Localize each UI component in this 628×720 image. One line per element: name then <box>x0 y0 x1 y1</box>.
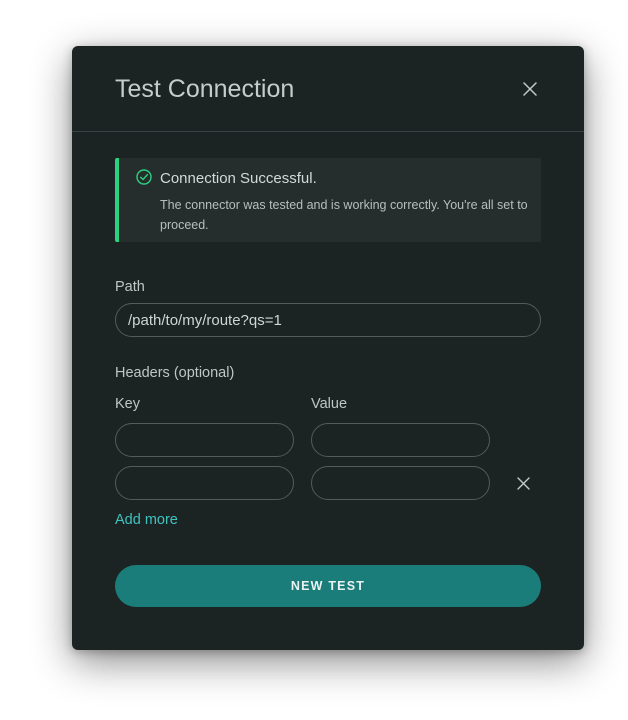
alert-message: The connector was tested and is working … <box>160 198 528 232</box>
header-key-label: Key <box>115 396 140 412</box>
check-circle-icon <box>136 169 152 185</box>
close-icon <box>516 476 530 490</box>
new-test-button[interactable]: NEW TEST <box>115 565 541 607</box>
modal-header: Test Connection <box>72 46 584 132</box>
success-alert: Connection Successful. The connector was… <box>115 158 541 242</box>
close-icon <box>523 82 537 96</box>
header-key-input[interactable] <box>115 423 294 457</box>
headers-label: Headers (optional) <box>115 365 235 381</box>
path-input[interactable] <box>115 303 541 337</box>
remove-header-row-button[interactable] <box>514 474 532 492</box>
header-value-input[interactable] <box>311 466 490 500</box>
test-connection-modal: Test Connection Connection Successful. T… <box>72 46 584 650</box>
path-label: Path <box>115 279 145 295</box>
modal-title: Test Connection <box>115 75 295 103</box>
alert-title: Connection Successful. <box>160 170 317 187</box>
close-button[interactable] <box>520 79 540 99</box>
header-value-label: Value <box>311 396 348 412</box>
header-key-input[interactable] <box>115 466 294 500</box>
add-more-link[interactable]: Add more <box>115 511 178 529</box>
header-value-input[interactable] <box>311 423 490 457</box>
